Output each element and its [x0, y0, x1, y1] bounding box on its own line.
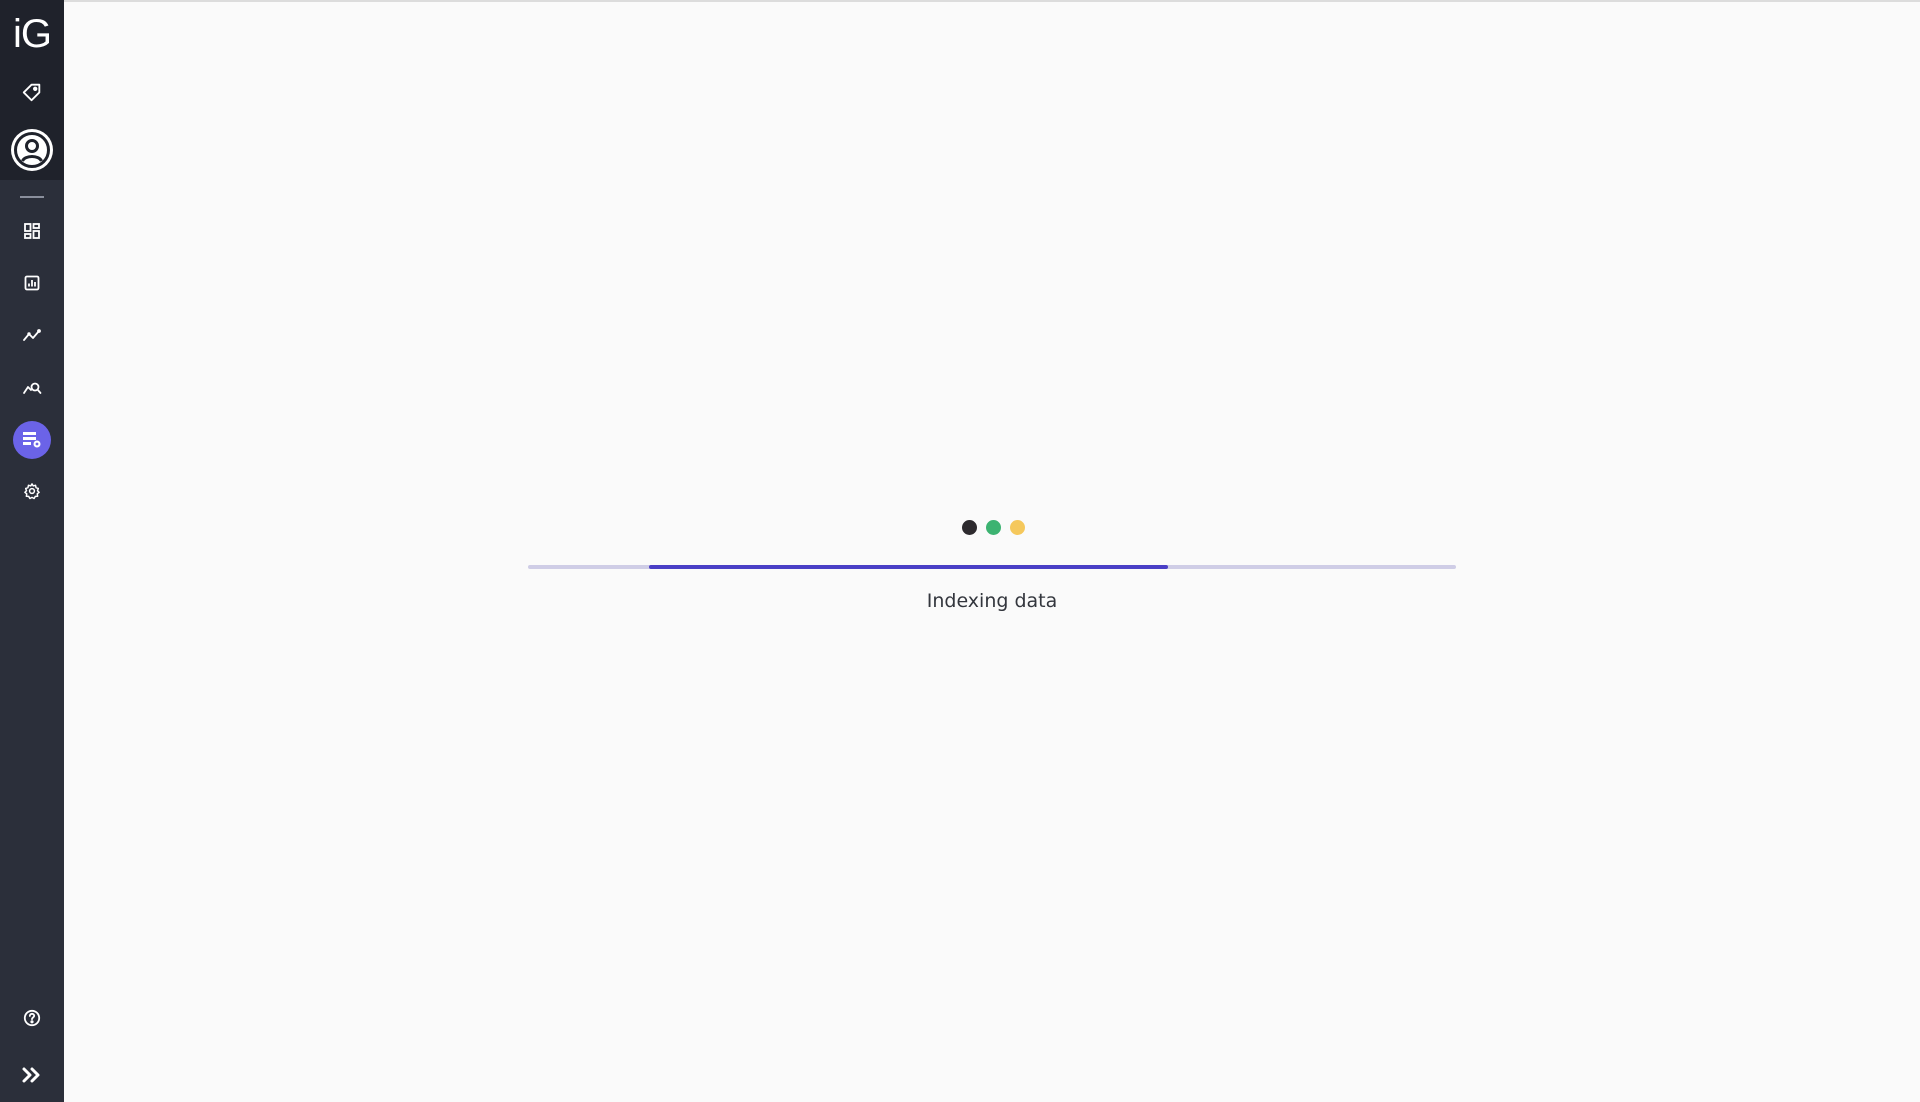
help-icon [23, 1009, 41, 1027]
trend-line-icon [22, 326, 42, 344]
sidebar-item-dashboard[interactable] [0, 211, 64, 251]
sidebar: iG [0, 0, 64, 1102]
report-chart-icon [23, 274, 41, 292]
profile-button[interactable] [0, 126, 64, 174]
sidebar-divider [20, 196, 44, 198]
gear-icon [23, 482, 41, 500]
tag-icon [21, 81, 43, 103]
loading-dot [962, 520, 977, 535]
loading-dot [986, 520, 1001, 535]
dashboard-icon [23, 222, 41, 240]
sidebar-item-trends[interactable] [0, 315, 64, 355]
progress-bar-fill [648, 565, 1169, 569]
sidebar-item-settings[interactable] [0, 471, 64, 511]
sidebar-item-reports[interactable] [0, 263, 64, 303]
sidebar-item-data-settings[interactable] [0, 420, 64, 460]
loading-status-text: Indexing data [926, 590, 1058, 612]
search-analytics-icon [22, 379, 42, 397]
data-settings-icon [21, 430, 43, 450]
tag-button[interactable] [0, 72, 64, 112]
loading-dots [962, 520, 1025, 535]
active-item-highlight [13, 421, 51, 459]
sidebar-item-analytics-search[interactable] [0, 368, 64, 408]
app-logo[interactable]: iG [0, 8, 64, 60]
app-root: iG Indexing data [0, 0, 1920, 1102]
help-button[interactable] [0, 998, 64, 1038]
user-circle-icon [9, 127, 55, 173]
progress-bar [528, 565, 1456, 569]
loading-dot [1010, 520, 1025, 535]
expand-sidebar-button[interactable] [0, 1055, 64, 1095]
top-border [0, 0, 1920, 2]
expand-chevrons-icon [21, 1066, 43, 1084]
